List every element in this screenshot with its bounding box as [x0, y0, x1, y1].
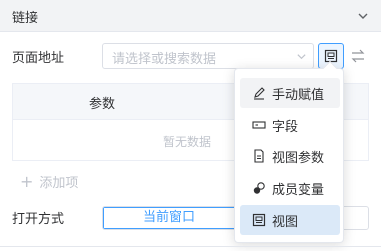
- menu-item-label: 手动赋值: [272, 87, 325, 103]
- column-header-param: 参数: [89, 97, 116, 112]
- menu-item-member-variable[interactable]: 成员变量: [240, 173, 340, 203]
- chevron-down-icon: [297, 54, 306, 60]
- open-mode-label: 打开方式: [12, 212, 65, 227]
- page-url-select[interactable]: 请选择或搜索数据: [102, 43, 314, 69]
- document-icon: [254, 149, 264, 163]
- empty-text: 暂无数据: [163, 135, 212, 149]
- menu-item-label: 成员变量: [272, 182, 325, 198]
- divider: [0, 246, 381, 247]
- source-type-menu: 手动赋值 字段 视图参数 成员变量 视图: [234, 60, 344, 243]
- swap-icon[interactable]: [350, 48, 366, 64]
- add-item-label: 添加项: [39, 176, 79, 191]
- select-placeholder: 请选择或搜索数据: [112, 52, 217, 67]
- menu-item-label: 视图参数: [272, 150, 325, 166]
- member-variable-icon: [253, 182, 265, 194]
- page-url-label: 页面地址: [12, 51, 65, 66]
- plus-icon: +: [20, 171, 34, 191]
- open-mode-current-window[interactable]: 当前窗口: [103, 207, 235, 229]
- view-icon: [324, 49, 338, 63]
- add-item-button[interactable]: + 添加项: [20, 172, 78, 191]
- link-section-header[interactable]: 链接: [0, 0, 381, 32]
- menu-item-manual-assign[interactable]: 手动赋值: [240, 78, 340, 108]
- menu-item-label: 视图: [272, 214, 299, 230]
- menu-item-view-params[interactable]: 视图参数: [240, 141, 340, 171]
- chevron-down-icon[interactable]: [357, 10, 369, 22]
- menu-item-label: 字段: [272, 119, 299, 135]
- menu-item-view[interactable]: 视图: [240, 205, 340, 235]
- pencil-icon: [254, 87, 265, 100]
- menu-item-field[interactable]: 字段: [240, 110, 340, 140]
- view-icon: [252, 213, 266, 227]
- section-title: 链接: [12, 11, 39, 26]
- field-icon: [252, 121, 266, 129]
